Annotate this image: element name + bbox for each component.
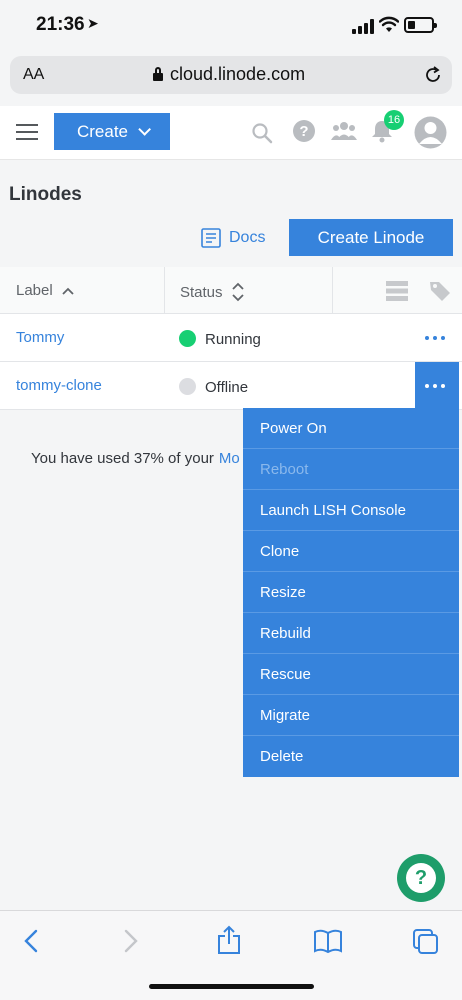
menu-item-delete[interactable]: Delete	[243, 736, 459, 777]
usage-text: You have used 37% of your	[31, 450, 214, 467]
menu-item-rebuild[interactable]: Rebuild	[243, 613, 459, 654]
column-header-status[interactable]: Status	[180, 282, 245, 302]
text-size-button[interactable]: AA	[23, 66, 44, 84]
menu-item-launch-lish-console[interactable]: Launch LISH Console	[243, 490, 459, 531]
table-header: Label Status	[0, 267, 462, 314]
menu-item-reboot: Reboot	[243, 449, 459, 490]
create-button-label: Create	[76, 121, 129, 141]
address-bar[interactable]: AA cloud.linode.com	[10, 56, 452, 94]
signal-icon	[352, 18, 374, 34]
status-dot	[179, 378, 196, 395]
transfer-usage-text: You have used 37% of your Mo	[31, 450, 240, 467]
tag-icon[interactable]	[429, 280, 451, 302]
location-arrow-icon: ➤	[87, 15, 99, 31]
column-divider	[164, 267, 165, 314]
help-chat-button[interactable]: ?	[397, 854, 445, 902]
more-button-active[interactable]	[415, 362, 459, 410]
menu-item-power-on[interactable]: Power On	[243, 408, 459, 449]
column-status-text: Status	[180, 283, 223, 301]
menu-item-migrate[interactable]: Migrate	[243, 695, 459, 736]
reload-icon[interactable]	[424, 66, 442, 84]
bookmarks-icon[interactable]	[313, 928, 343, 954]
home-indicator	[149, 984, 314, 989]
back-icon[interactable]	[22, 928, 40, 954]
avatar-icon[interactable]	[414, 116, 447, 149]
lock-icon	[153, 67, 163, 81]
linode-label-link[interactable]: tommy-clone	[16, 377, 102, 394]
share-icon[interactable]	[216, 925, 242, 955]
help-question-icon: ?	[406, 863, 436, 893]
notification-badge: 16	[384, 110, 404, 130]
svg-text:?: ?	[299, 123, 308, 140]
status-text: Offline	[205, 379, 249, 396]
status-text: Running	[205, 331, 261, 348]
community-icon[interactable]	[331, 120, 357, 142]
create-button[interactable]: Create	[54, 113, 170, 150]
page-title: Linodes	[9, 184, 82, 205]
column-header-label[interactable]: Label	[16, 282, 75, 299]
sort-icon	[231, 282, 244, 302]
linode-label-link[interactable]: Tommy	[16, 329, 64, 346]
tabs-icon[interactable]	[412, 928, 440, 956]
url-text[interactable]: cloud.linode.com	[170, 64, 305, 85]
table-row: Tommy Running	[0, 314, 462, 362]
search-icon[interactable]	[251, 122, 273, 144]
wifi-icon	[379, 16, 399, 32]
docs-link[interactable]: Docs	[201, 226, 265, 250]
table-row: tommy-clone Offline	[0, 362, 462, 410]
docs-icon	[201, 228, 221, 248]
chevron-down-icon	[138, 123, 152, 136]
more-icon	[425, 384, 445, 388]
status-dot	[179, 330, 196, 347]
sort-asc-icon	[62, 287, 74, 295]
menu-item-rescue[interactable]: Rescue	[243, 654, 459, 695]
menu-item-clone[interactable]: Clone	[243, 531, 459, 572]
battery-icon	[404, 17, 437, 33]
ios-status-bar: 21:36 ➤	[0, 0, 462, 50]
list-view-icon[interactable]	[386, 280, 408, 302]
menu-item-resize[interactable]: Resize	[243, 572, 459, 613]
more-icon[interactable]	[425, 336, 445, 340]
docs-label: Docs	[229, 229, 266, 246]
column-divider	[332, 267, 333, 314]
linodes-table: Label Status Tommy Running tommy-clone O…	[0, 267, 462, 410]
status-time: 21:36	[36, 14, 85, 35]
create-linode-button[interactable]: Create Linode	[289, 219, 453, 256]
forward-icon	[124, 929, 138, 953]
usage-more-link[interactable]: Mo	[219, 450, 240, 467]
linode-action-menu: Power On Reboot Launch LISH Console Clon…	[243, 408, 459, 777]
help-icon[interactable]: ?	[292, 119, 316, 143]
column-label-text: Label	[16, 282, 53, 299]
hamburger-icon[interactable]	[16, 124, 38, 140]
